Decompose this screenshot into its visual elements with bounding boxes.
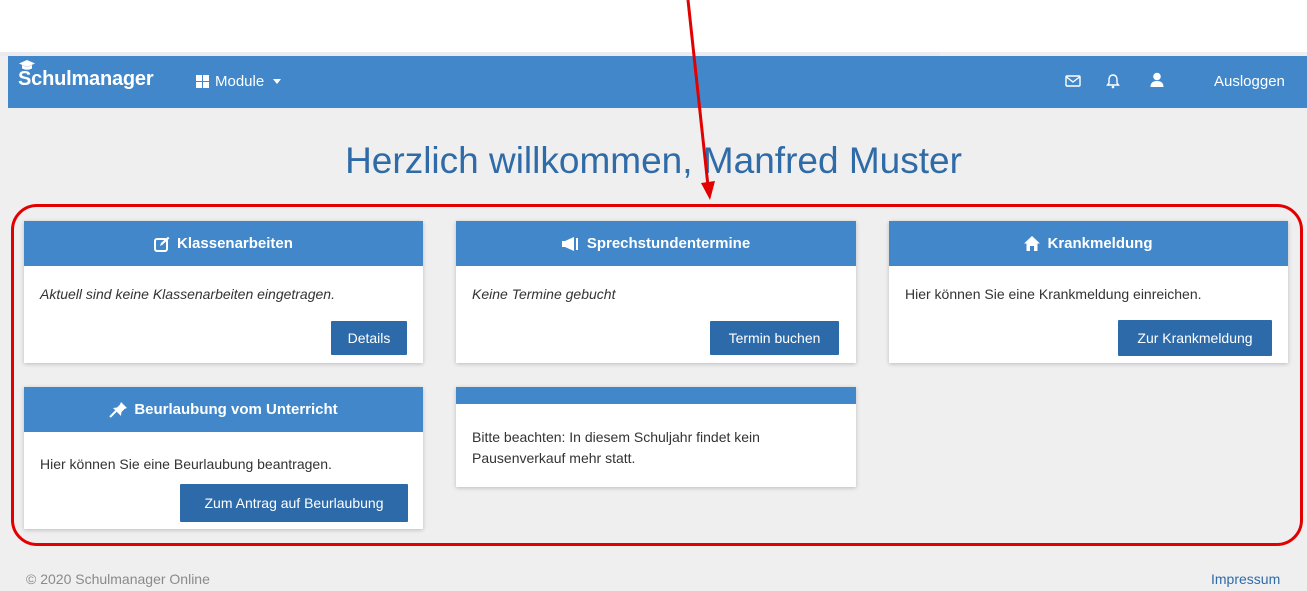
envelope-icon[interactable] — [1065, 74, 1081, 88]
modules-label: Module — [215, 73, 265, 90]
antrag-beurlaubung-button[interactable]: Zum Antrag auf Beurlaubung — [180, 484, 408, 522]
card-hinweis: Bitte beachten: In diesem Schuljahr find… — [456, 387, 856, 487]
card-text: Hier können Sie eine Krankmeldung einrei… — [905, 286, 1202, 302]
card-text: Hier können Sie eine Beurlaubung beantra… — [40, 456, 332, 472]
card-header: Klassenarbeiten — [24, 221, 423, 266]
card-krankmeldung: Krankmeldung Hier können Sie eine Krankm… — [889, 221, 1288, 363]
details-button[interactable]: Details — [331, 321, 407, 355]
card-title: Sprechstundentermine — [586, 235, 751, 252]
graduation-cap-icon — [19, 60, 35, 70]
page-title: Herzlich willkommen, Manfred Muster — [345, 140, 962, 181]
card-header: Sprechstundentermine — [456, 221, 856, 266]
edit-icon — [154, 236, 170, 252]
pushpin-icon — [109, 401, 128, 418]
brand-logo[interactable]: Schulmanager — [18, 60, 154, 91]
card-text: Bitte beachten: In diesem Schuljahr find… — [472, 429, 760, 466]
user-icon[interactable] — [1150, 72, 1164, 88]
megaphone-icon — [561, 236, 578, 251]
logout-link[interactable]: Ausloggen — [1214, 73, 1285, 90]
home-icon — [1024, 236, 1041, 251]
card-sprechstundentermine: Sprechstundentermine Keine Termine gebuc… — [456, 221, 856, 363]
caret-down-icon — [273, 79, 282, 84]
card-header: Krankmeldung — [889, 221, 1288, 266]
card-text: Keine Termine gebucht — [472, 286, 616, 302]
brand-name: Schulmanager — [18, 68, 154, 90]
card-title: Beurlaubung vom Unterricht — [134, 401, 338, 418]
card-title: Klassenarbeiten — [177, 235, 293, 252]
zur-krankmeldung-button[interactable]: Zur Krankmeldung — [1118, 320, 1272, 356]
card-header — [456, 387, 856, 404]
bell-icon[interactable] — [1106, 73, 1120, 89]
card-klassenarbeiten: Klassenarbeiten Aktuell sind keine Klass… — [24, 221, 423, 363]
card-title: Krankmeldung — [1047, 235, 1153, 252]
grid-icon — [196, 75, 209, 88]
card-text: Aktuell sind keine Klassenarbeiten einge… — [40, 286, 335, 302]
termin-buchen-button[interactable]: Termin buchen — [710, 321, 839, 355]
card-beurlaubung: Beurlaubung vom Unterricht Hier können S… — [24, 387, 423, 529]
modules-menu[interactable]: Module — [196, 73, 282, 90]
navbar: Schulmanager Module Ausloggen — [8, 56, 1307, 108]
card-header: Beurlaubung vom Unterricht — [24, 387, 423, 432]
impressum-link[interactable]: Impressum — [1211, 571, 1280, 587]
footer-copyright: © 2020 Schulmanager Online — [26, 571, 210, 587]
